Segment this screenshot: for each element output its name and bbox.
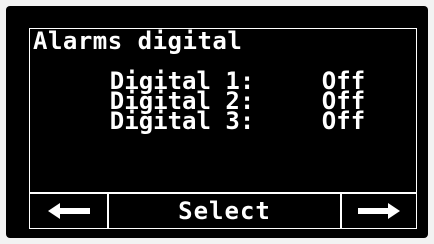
- select-label: Select: [178, 197, 271, 225]
- lcd-screen: Alarms digital Digital 1: Off Digital 2: O…: [29, 28, 417, 229]
- previous-button[interactable]: [30, 194, 109, 228]
- select-button[interactable]: Select: [109, 194, 342, 228]
- next-button[interactable]: [342, 194, 416, 228]
- arrow-right-icon: [358, 203, 400, 219]
- screen-title: Alarms digital: [33, 27, 243, 55]
- alarm-row-digital-3[interactable]: Digital 3: Off: [52, 91, 365, 133]
- softkey-bar: Select: [30, 192, 416, 228]
- alarm-value: Off: [321, 107, 366, 135]
- alarm-row-digital-1[interactable]: Digital 1: Off: [52, 51, 365, 93]
- alarm-row-digital-2[interactable]: Digital 2: Off: [52, 71, 365, 113]
- arrow-left-icon: [47, 203, 90, 219]
- alarm-label: Digital 3:: [109, 107, 255, 135]
